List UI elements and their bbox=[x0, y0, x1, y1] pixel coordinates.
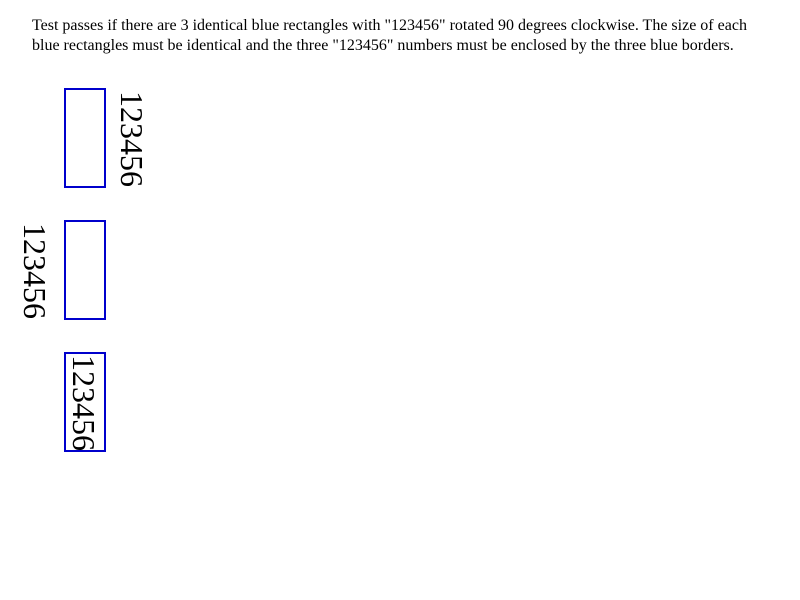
blue-rectangle-1 bbox=[64, 88, 106, 188]
rotated-number-3: 123456 bbox=[66, 355, 102, 451]
rotated-number-1: 123456 bbox=[114, 91, 150, 187]
blue-rectangle-2 bbox=[64, 220, 106, 320]
test-instructions: Test passes if there are 3 identical blu… bbox=[32, 17, 747, 54]
rotated-number-2: 123456 bbox=[17, 223, 53, 319]
